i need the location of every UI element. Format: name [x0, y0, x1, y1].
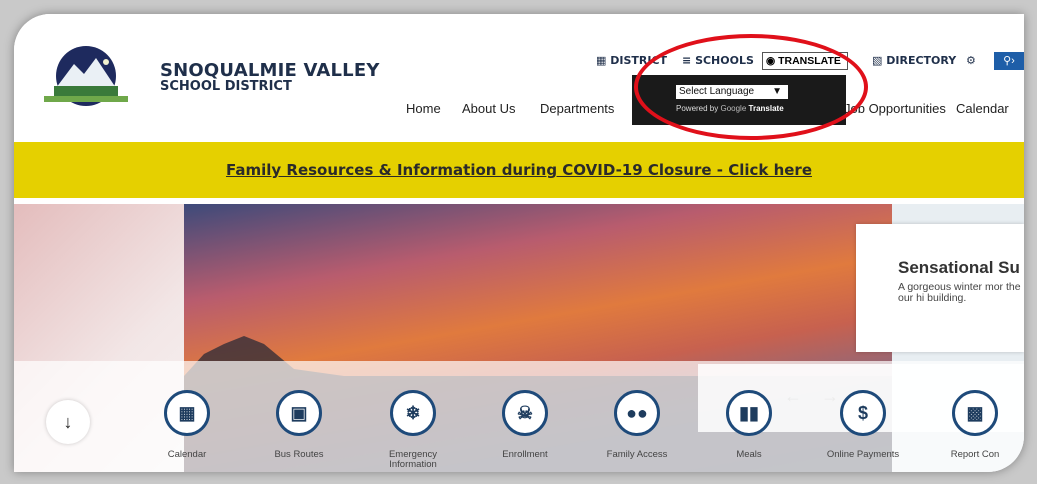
quick-link-report-concern[interactable]: ▩ Report Con: [930, 390, 1020, 460]
nav-home[interactable]: Home: [406, 101, 441, 116]
building-icon: ▦: [596, 54, 607, 67]
quick-link-label: Calendar: [167, 449, 207, 460]
site-header: SNOQUALMIE VALLEY SCHOOL DISTRICT ▦ DIST…: [14, 14, 1024, 138]
browser-frame: SNOQUALMIE VALLEY SCHOOL DISTRICT ▦ DIST…: [14, 14, 1024, 472]
district-title[interactable]: SNOQUALMIE VALLEY SCHOOL DISTRICT: [160, 60, 380, 94]
slide-caption: Sensational Su A gorgeous winter mor the…: [856, 224, 1024, 352]
calendar-icon: ▦: [164, 390, 210, 436]
quick-link-online-payments[interactable]: $ Online Payments: [818, 390, 908, 460]
district-logo[interactable]: [36, 44, 136, 106]
nav-about-us[interactable]: About Us: [462, 101, 515, 116]
quick-link-label: Family Access: [606, 449, 668, 460]
quick-link-label: Online Payments: [826, 449, 900, 460]
directory-link[interactable]: ▧ DIRECTORY: [872, 54, 956, 67]
gear-icon[interactable]: ⚙: [966, 54, 976, 67]
covid-banner[interactable]: Family Resources & Information during CO…: [14, 142, 1024, 198]
search-icon: ⚲›: [1003, 55, 1015, 67]
dollar-icon: $: [840, 390, 886, 436]
message-icon: ▩: [952, 390, 998, 436]
quick-link-label: Meals: [736, 449, 762, 460]
district-name-line1: SNOQUALMIE VALLEY: [160, 60, 380, 81]
arrow-down-icon: ↓: [63, 412, 73, 432]
quick-link-meals[interactable]: ▮▮ Meals: [704, 390, 794, 460]
quick-link-label: Emergency Information: [388, 449, 438, 470]
slide-caption-body: A gorgeous winter mor the bell tower of …: [898, 281, 1024, 304]
bus-icon: ▣: [276, 390, 322, 436]
nav-calendar[interactable]: Calendar: [956, 101, 1009, 116]
quick-link-enrollment[interactable]: ☠ Enrollment: [480, 390, 570, 460]
quick-link-label: Report Con: [950, 449, 1000, 460]
search-button[interactable]: ⚲›: [994, 52, 1024, 70]
scroll-down-button[interactable]: ↓: [46, 400, 90, 444]
utensils-icon: ▮▮: [726, 390, 772, 436]
nav-departments[interactable]: Departments: [540, 101, 614, 116]
person-icon: ☠: [502, 390, 548, 436]
main-nav: Home About Us Departments Job Opportunit…: [14, 101, 1024, 121]
quick-link-emergency[interactable]: ❄ Emergency Information: [368, 390, 458, 470]
quick-link-family-access[interactable]: ●● Family Access: [592, 390, 682, 460]
snowflake-icon: ❄: [390, 390, 436, 436]
slide-caption-title: Sensational Su: [898, 258, 1020, 277]
directory-link-label: DIRECTORY: [886, 54, 957, 67]
quick-link-bus-routes[interactable]: ▣ Bus Routes: [254, 390, 344, 460]
quick-link-label: Bus Routes: [274, 449, 324, 460]
highlight-oval: [634, 34, 868, 140]
quick-link-calendar[interactable]: ▦ Calendar: [142, 390, 232, 460]
district-name-line2: SCHOOL DISTRICT: [160, 79, 292, 94]
covid-banner-link[interactable]: Family Resources & Information during CO…: [226, 161, 812, 179]
quick-link-label: Enrollment: [502, 449, 548, 460]
people-icon: ●●: [614, 390, 660, 436]
book-icon: ▧: [872, 54, 883, 67]
